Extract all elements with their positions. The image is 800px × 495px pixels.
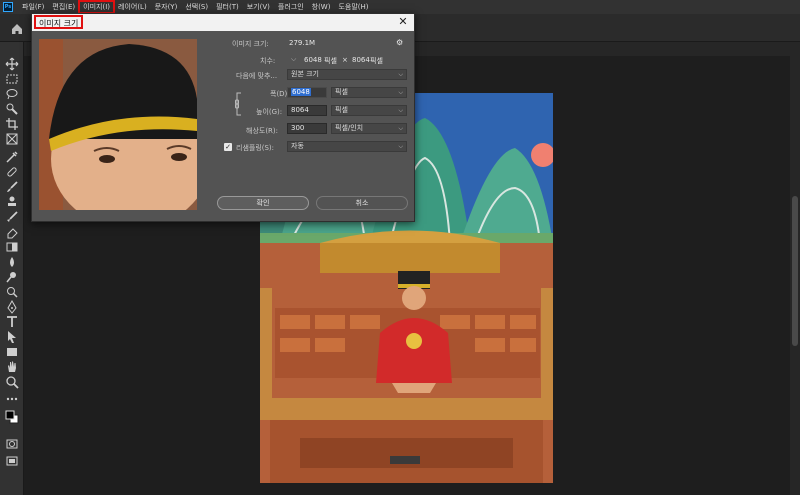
hand-icon[interactable] [5, 360, 19, 374]
dimensions-label: 치수: [260, 57, 276, 65]
color-swatches-icon[interactable] [5, 410, 19, 424]
menu-bar: Ps 파일(F) 편집(E) 이미지(I) 레이어(L) 문자(Y) 선택(S)… [0, 0, 800, 14]
menu-file[interactable]: 파일(F) [18, 1, 48, 13]
dimensions-times: × [342, 56, 348, 64]
dimensions-width: 6048 [304, 56, 322, 64]
ok-button[interactable]: 확인 [217, 196, 309, 210]
menu-window[interactable]: 창(W) [308, 1, 335, 13]
chevron-down-icon: ⌵ [398, 107, 403, 114]
width-unit-value: 픽셀 [335, 88, 348, 96]
gradient-icon[interactable] [5, 240, 19, 254]
move-icon[interactable] [5, 57, 19, 71]
vertical-scrollbar[interactable] [790, 56, 800, 495]
pen-icon[interactable] [5, 300, 19, 314]
image-size-value: 279.1M [289, 39, 316, 47]
healing-brush-icon[interactable] [5, 165, 19, 179]
menu-plugins[interactable]: 플러그인 [274, 1, 308, 13]
history-brush-icon[interactable] [5, 210, 19, 224]
image-size-label: 이미지 크기: [232, 40, 269, 48]
blur-icon[interactable] [5, 255, 19, 269]
height-input[interactable]: 8064 [287, 105, 327, 116]
menu-type[interactable]: 문자(Y) [151, 1, 182, 13]
lasso-icon[interactable] [5, 87, 19, 101]
menu-edit[interactable]: 편집(E) [48, 1, 79, 13]
chevron-down-icon: ⌵ [398, 71, 403, 78]
frame-icon[interactable] [5, 132, 19, 146]
clone-stamp-icon[interactable] [5, 195, 19, 209]
menu-view[interactable]: 보기(V) [243, 1, 274, 13]
close-icon[interactable]: ✕ [398, 16, 408, 28]
menu-filter[interactable]: 필터(T) [212, 1, 243, 13]
eyedropper-icon[interactable] [5, 150, 19, 164]
height-value: 8064 [291, 106, 309, 114]
brush-icon[interactable] [5, 180, 19, 194]
cancel-button[interactable]: 취소 [316, 196, 408, 210]
resample-label: 리샘플링(S): [236, 144, 275, 152]
scroll-thumb[interactable] [792, 196, 798, 346]
screen-mode-icon[interactable] [5, 454, 19, 468]
height-unit-dropdown[interactable]: 픽셀 ⌵ [331, 105, 407, 116]
dimensions-unit-1: 픽셀 [324, 57, 337, 65]
resolution-unit-dropdown[interactable]: 픽셀/인치 ⌵ [331, 123, 407, 134]
tools-panel [0, 42, 24, 495]
type-icon[interactable] [5, 315, 19, 329]
chevron-down-icon: ⌵ [398, 125, 403, 132]
zoom-icon[interactable] [5, 375, 19, 389]
fit-to-dropdown[interactable]: 원본 크기 ⌵ [287, 69, 407, 80]
dialog-title: 이미지 크기 [34, 15, 84, 29]
dimensions-height: 8064 [352, 56, 370, 64]
dimensions-unit-2: 픽셀 [370, 57, 383, 65]
resample-dropdown[interactable]: 자동 ⌵ [287, 141, 407, 152]
resolution-label: 해상도(R): [246, 127, 279, 135]
menu-layer[interactable]: 레이어(L) [114, 1, 151, 13]
eraser-icon[interactable] [5, 225, 19, 239]
chevron-down-icon: ⌵ [398, 143, 403, 150]
zoom-tool-secondary-icon[interactable] [5, 285, 19, 299]
photoshop-logo: Ps [3, 2, 13, 12]
width-value: 6048 [291, 88, 311, 96]
menu-image[interactable]: 이미지(I) [78, 0, 115, 14]
menu-help[interactable]: 도움말(H) [334, 1, 372, 13]
resolution-unit-value: 픽셀/인치 [335, 124, 364, 132]
more-tools-icon[interactable] [5, 392, 19, 406]
resolution-input[interactable]: 300 [287, 123, 327, 134]
width-input[interactable]: 6048 [287, 87, 327, 98]
home-icon[interactable] [10, 21, 24, 35]
image-size-dialog: 이미지 크기 ✕ 이미지 크기: 279.1M ⚙ 치수: ⌵ 6048 픽셀 … [31, 13, 415, 222]
crop-icon[interactable] [5, 117, 19, 131]
menu-select[interactable]: 선택(S) [181, 1, 212, 13]
resample-checkbox[interactable]: ✓ [224, 143, 232, 151]
path-select-icon[interactable] [5, 330, 19, 344]
height-unit-value: 픽셀 [335, 106, 348, 114]
fit-to-value: 원본 크기 [291, 70, 319, 78]
constrain-proportions-link-icon[interactable] [235, 91, 243, 117]
fit-to-label: 다음에 맞추... [236, 72, 278, 80]
chevron-down-icon: ⌵ [398, 89, 403, 96]
rectangle-icon[interactable] [5, 345, 19, 359]
image-preview[interactable] [39, 39, 197, 210]
settings-gear-icon[interactable]: ⚙ [396, 38, 403, 47]
height-label: 높이(G): [256, 108, 283, 116]
resample-value: 자동 [291, 142, 304, 150]
dialog-title-bar[interactable]: 이미지 크기 ✕ [32, 14, 414, 31]
dodge-icon[interactable] [5, 270, 19, 284]
resolution-value: 300 [291, 124, 305, 132]
quick-mask-icon[interactable] [5, 437, 19, 451]
dimensions-toggle-chevron-icon[interactable]: ⌵ [291, 55, 296, 64]
quick-select-icon[interactable] [5, 102, 19, 116]
width-unit-dropdown[interactable]: 픽셀 ⌵ [331, 87, 407, 98]
marquee-icon[interactable] [5, 72, 19, 86]
